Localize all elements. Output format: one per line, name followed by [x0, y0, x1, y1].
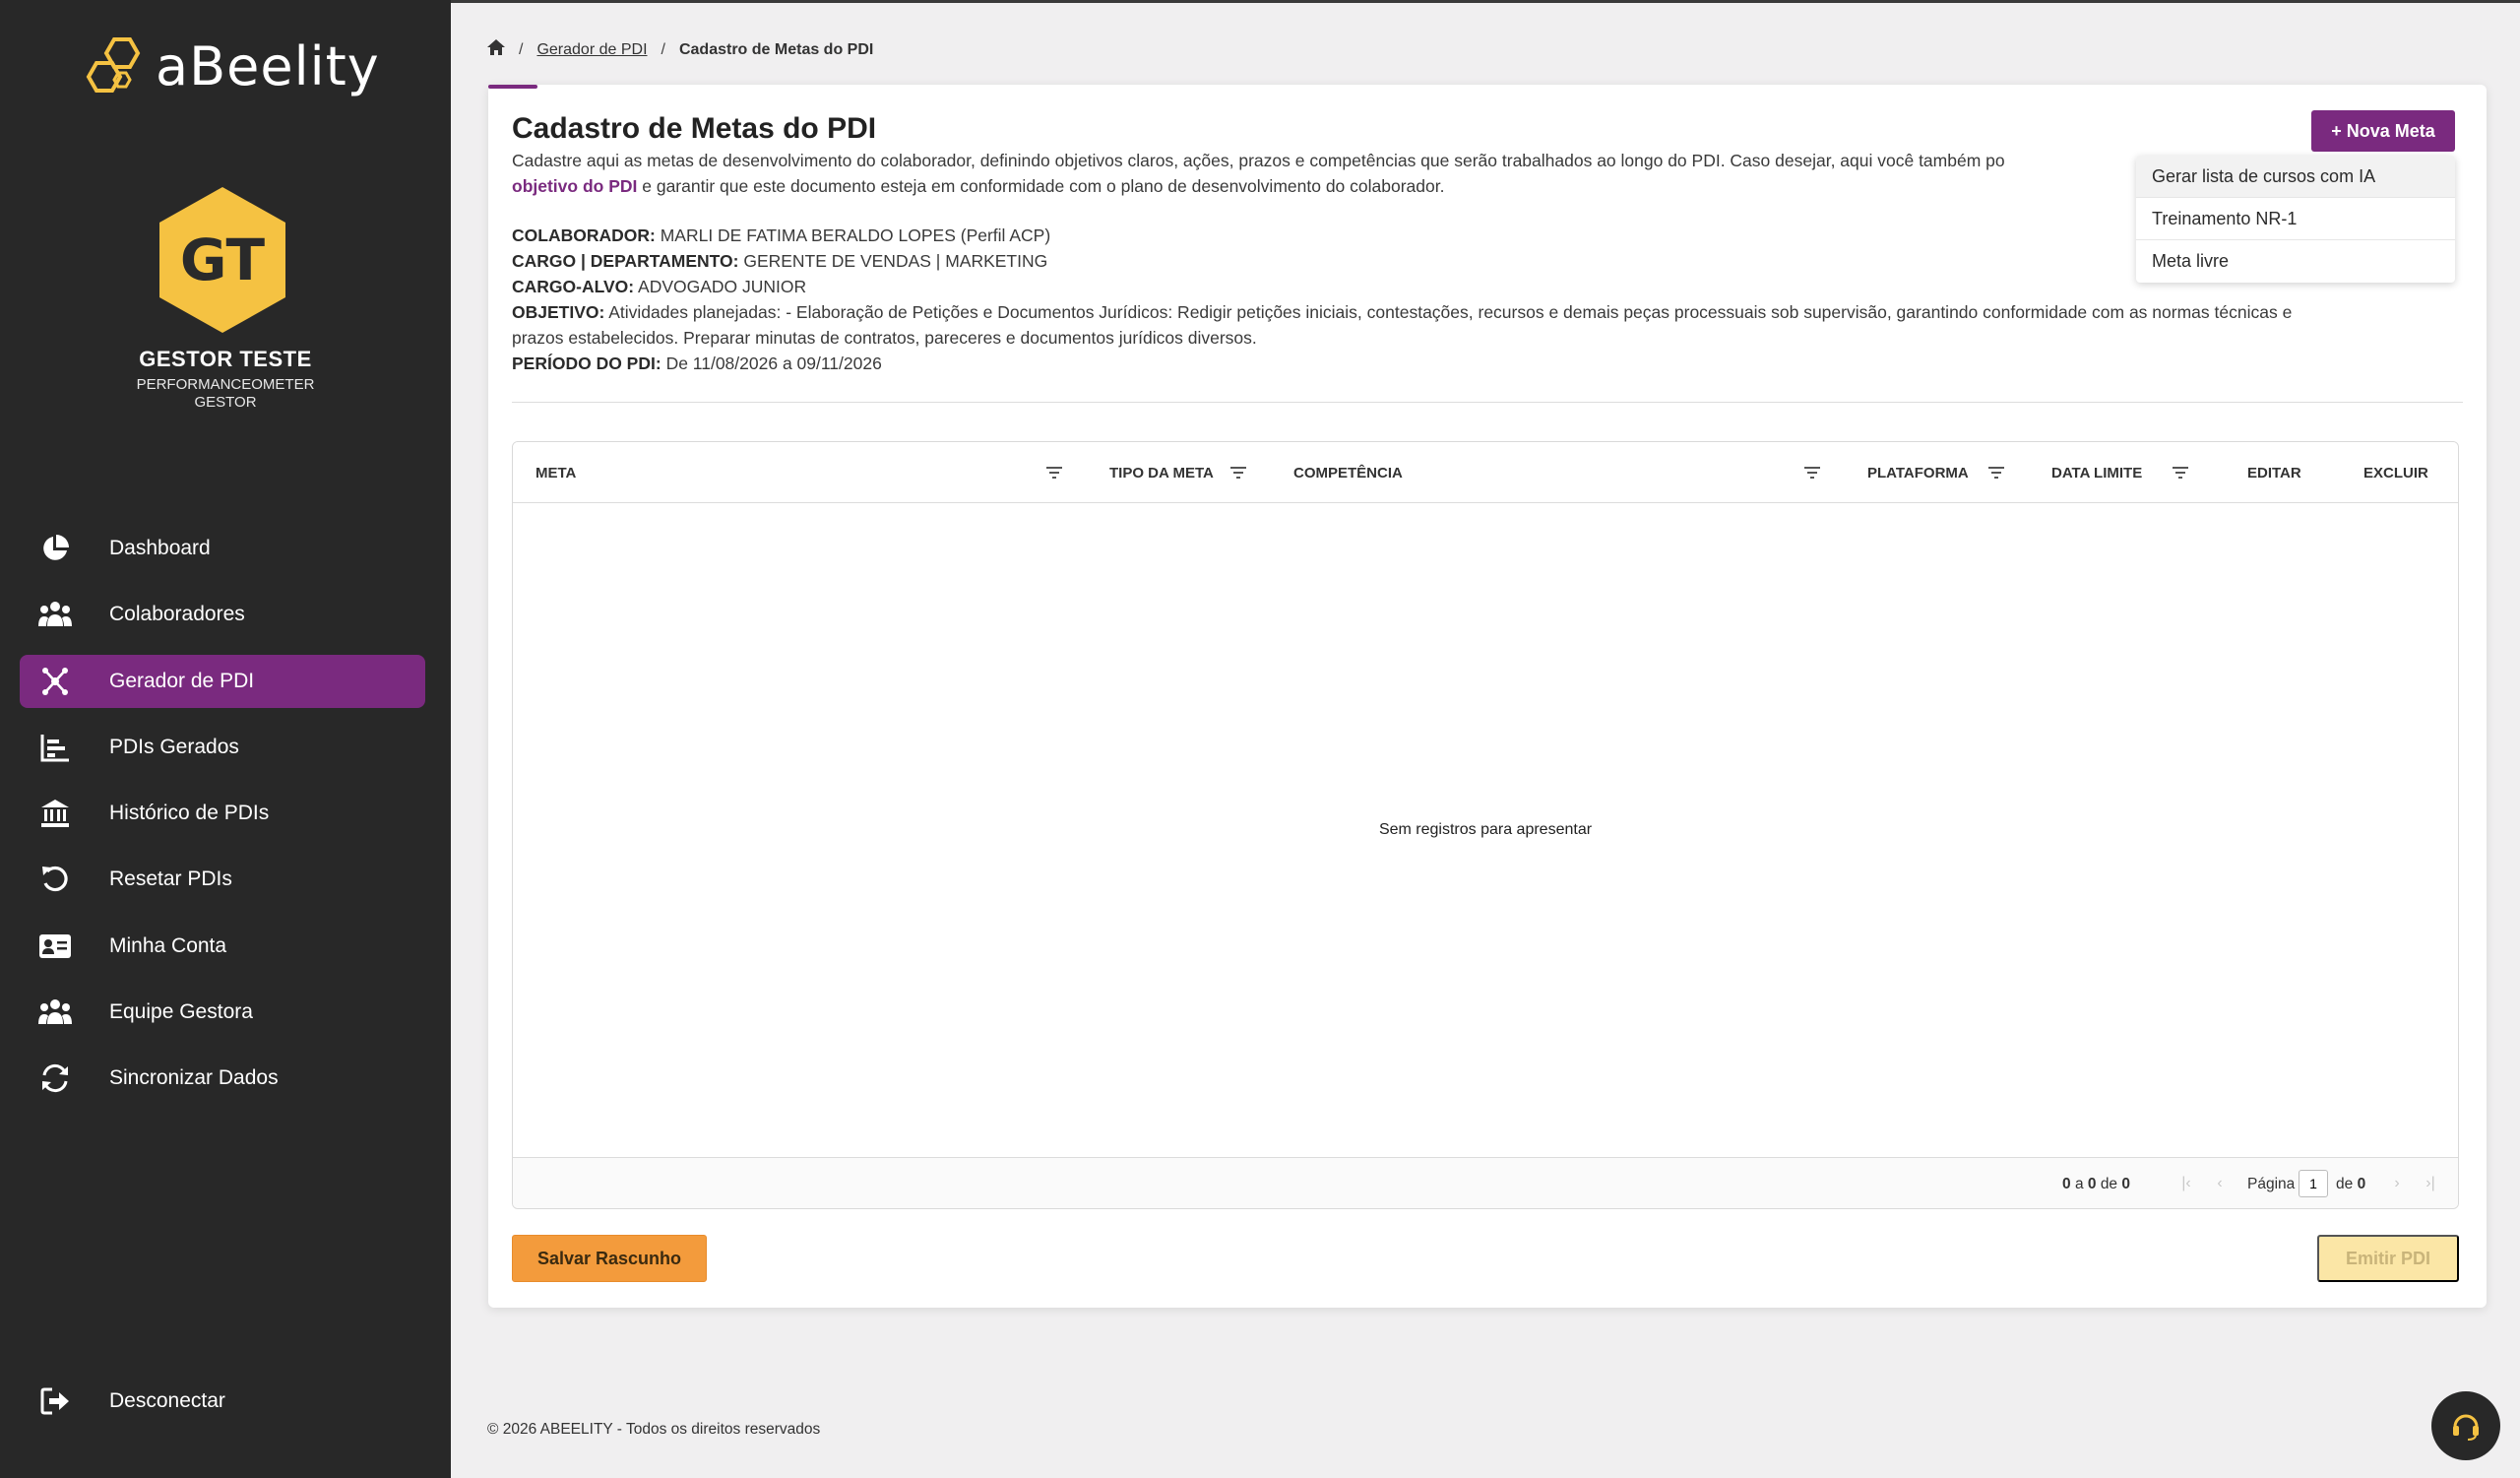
previous-page-icon[interactable]: ‹: [2210, 1172, 2230, 1195]
breadcrumb-separator: /: [661, 40, 665, 58]
brand-logo[interactable]: aBeelity: [85, 35, 380, 97]
breadcrumb-current: Cadastro de Metas do PDI: [678, 40, 874, 58]
profile-name: GESTOR TESTE: [139, 347, 312, 371]
sidebar-nav: Dashboard Colaboradores Gerador de PDI P…: [20, 522, 425, 1119]
column-header-excluir: EXCLUIR: [2363, 464, 2428, 482]
objetivo-link[interactable]: objetivo do PDI: [512, 176, 637, 196]
dropdown-option-treinamento-nr1[interactable]: Treinamento NR-1: [2136, 198, 2455, 240]
pagination-range: 0 a 0 de 0: [2062, 1176, 2130, 1192]
avatar: GT: [148, 185, 297, 335]
pie-chart-icon: [37, 531, 73, 566]
page-of: de 0: [2336, 1176, 2366, 1192]
table-pagination: 0 a 0 de 0 |‹ ‹ Página de 0 › ›|: [513, 1157, 2458, 1208]
sidebar-item-dashboard[interactable]: Dashboard: [20, 522, 425, 575]
filter-icon[interactable]: [1802, 463, 1822, 482]
info-objetivo: OBJETIVO: Atividades planejadas: - Elabo…: [512, 302, 2293, 348]
column-header-editar: EDITAR: [2247, 464, 2301, 482]
filter-icon[interactable]: [1986, 463, 2006, 482]
description-text: Cadastre aqui as metas de desenvolviment…: [512, 151, 2005, 170]
sidebar-item-label: Histórico de PDIs: [109, 802, 270, 825]
bank-icon: [37, 796, 73, 831]
column-header-competencia[interactable]: COMPETÊNCIA: [1293, 442, 1403, 503]
logout-area: Desconectar: [20, 1375, 425, 1441]
pdi-info: COLABORADOR: MARLI DE FATIMA BERALDO LOP…: [512, 223, 2343, 376]
filter-icon[interactable]: [1044, 463, 1064, 482]
sidebar-item-label: Dashboard: [109, 537, 211, 559]
logout-label: Desconectar: [109, 1389, 225, 1412]
sidebar-item-minha-conta[interactable]: Minha Conta: [20, 920, 425, 973]
breadcrumb-link-gerador-de-pdi[interactable]: Gerador de PDI: [536, 41, 647, 59]
profile-company: PERFORMANCEOMETER: [136, 376, 315, 393]
column-header-meta[interactable]: META: [536, 442, 576, 503]
top-border: [451, 0, 2520, 3]
support-chat-button[interactable]: [2431, 1391, 2500, 1460]
sidebar-item-gerador-de-pdi[interactable]: Gerador de PDI: [20, 654, 425, 708]
sidebar-item-resetar-pdis[interactable]: Resetar PDIs: [20, 853, 425, 906]
first-page-icon[interactable]: |‹: [2176, 1172, 2196, 1195]
empty-state-message: Sem registros para apresentar: [1378, 821, 1593, 838]
breadcrumb-separator: /: [519, 40, 524, 58]
emitir-pdi-button[interactable]: Emitir PDI: [2317, 1235, 2459, 1282]
id-card-icon: [37, 929, 73, 964]
sidebar-item-label: Gerador de PDI: [109, 669, 255, 692]
headset-icon: [2453, 1414, 2479, 1441]
bar-chart-icon: [37, 730, 73, 765]
page-description: Cadastre aqui as metas de desenvolviment…: [512, 148, 2205, 199]
sidebar-item-pdis-gerados[interactable]: PDIs Gerados: [20, 721, 425, 774]
honeycomb-logo-icon: [86, 36, 141, 93]
breadcrumb: / Gerador de PDI / Cadastro de Metas do …: [487, 39, 873, 60]
logout-button[interactable]: Desconectar: [20, 1375, 425, 1428]
sidebar-item-colaboradores[interactable]: Colaboradores: [20, 588, 425, 641]
salvar-rascunho-button[interactable]: Salvar Rascunho: [512, 1235, 707, 1282]
sign-out-icon: [37, 1383, 73, 1419]
reset-icon: [37, 862, 73, 897]
sidebar-item-label: PDIs Gerados: [109, 735, 239, 758]
sidebar-item-label: Resetar PDIs: [109, 868, 232, 891]
next-page-icon[interactable]: ›: [2387, 1172, 2407, 1195]
column-header-plataforma[interactable]: PLATAFORMA: [1867, 442, 1969, 503]
page-title: Cadastro de Metas do PDI: [512, 112, 877, 145]
sidebar-item-sincronizar-dados[interactable]: Sincronizar Dados: [20, 1052, 425, 1105]
footer-copyright: © 2026 ABEELITY - Todos os direitos rese…: [487, 1421, 821, 1438]
filter-icon[interactable]: [2171, 463, 2190, 482]
sidebar-item-historico-de-pdis[interactable]: Histórico de PDIs: [20, 787, 425, 840]
avatar-initials: GT: [179, 226, 266, 293]
filter-icon[interactable]: [1228, 463, 1248, 482]
users-icon: [37, 597, 73, 632]
dropdown-option-gerar-lista-ia[interactable]: Gerar lista de cursos com IA: [2136, 156, 2455, 198]
info-cargo: CARGO | DEPARTAMENTO: GERENTE DE VENDAS …: [512, 251, 1048, 271]
sidebar-item-label: Minha Conta: [109, 933, 227, 957]
sidebar-item-equipe-gestora[interactable]: Equipe Gestora: [20, 986, 425, 1039]
sidebar: aBeelity GT GESTOR TESTE PERFORMANCEOMET…: [0, 0, 451, 1478]
sidebar-item-label: Colaboradores: [109, 603, 245, 626]
info-colaborador: COLABORADOR: MARLI DE FATIMA BERALDO LOP…: [512, 225, 1051, 245]
sync-icon: [37, 1060, 73, 1096]
main-card: Cadastro de Metas do PDI Cadastre aqui a…: [488, 85, 2487, 1308]
users-icon: [37, 995, 73, 1030]
info-cargo-alvo: CARGO-ALVO: ADVOGADO JUNIOR: [512, 277, 807, 296]
section-divider: [512, 402, 2463, 403]
metas-table: META TIPO DA META COMPETÊNCIA PLATAFORMA…: [512, 441, 2459, 1209]
dropdown-option-meta-livre[interactable]: Meta livre: [2136, 240, 2455, 283]
column-header-tipo-da-meta[interactable]: TIPO DA META: [1109, 442, 1214, 503]
brand-name: aBeelity: [156, 35, 380, 97]
home-icon[interactable]: [487, 39, 505, 60]
description-text: e garantir que este documento esteja em …: [637, 176, 1445, 196]
profile-role: GESTOR: [194, 394, 257, 411]
table-header: META TIPO DA META COMPETÊNCIA PLATAFORMA…: [513, 442, 2458, 503]
network-icon: [37, 664, 73, 699]
sidebar-item-label: Equipe Gestora: [109, 1000, 253, 1024]
column-header-data-limite[interactable]: DATA LIMITE: [2051, 442, 2142, 503]
sidebar-item-label: Sincronizar Dados: [109, 1066, 279, 1090]
last-page-icon[interactable]: ›|: [2421, 1172, 2440, 1195]
info-periodo: PERÍODO DO PDI: De 11/08/2026 a 09/11/20…: [512, 353, 882, 373]
nova-meta-button[interactable]: + Nova Meta: [2311, 110, 2455, 152]
page-label: Página: [2247, 1176, 2296, 1192]
card-accent: [488, 85, 537, 89]
page-number-input[interactable]: [2299, 1170, 2328, 1197]
nova-meta-dropdown: Gerar lista de cursos com IA Treinamento…: [2136, 156, 2455, 283]
